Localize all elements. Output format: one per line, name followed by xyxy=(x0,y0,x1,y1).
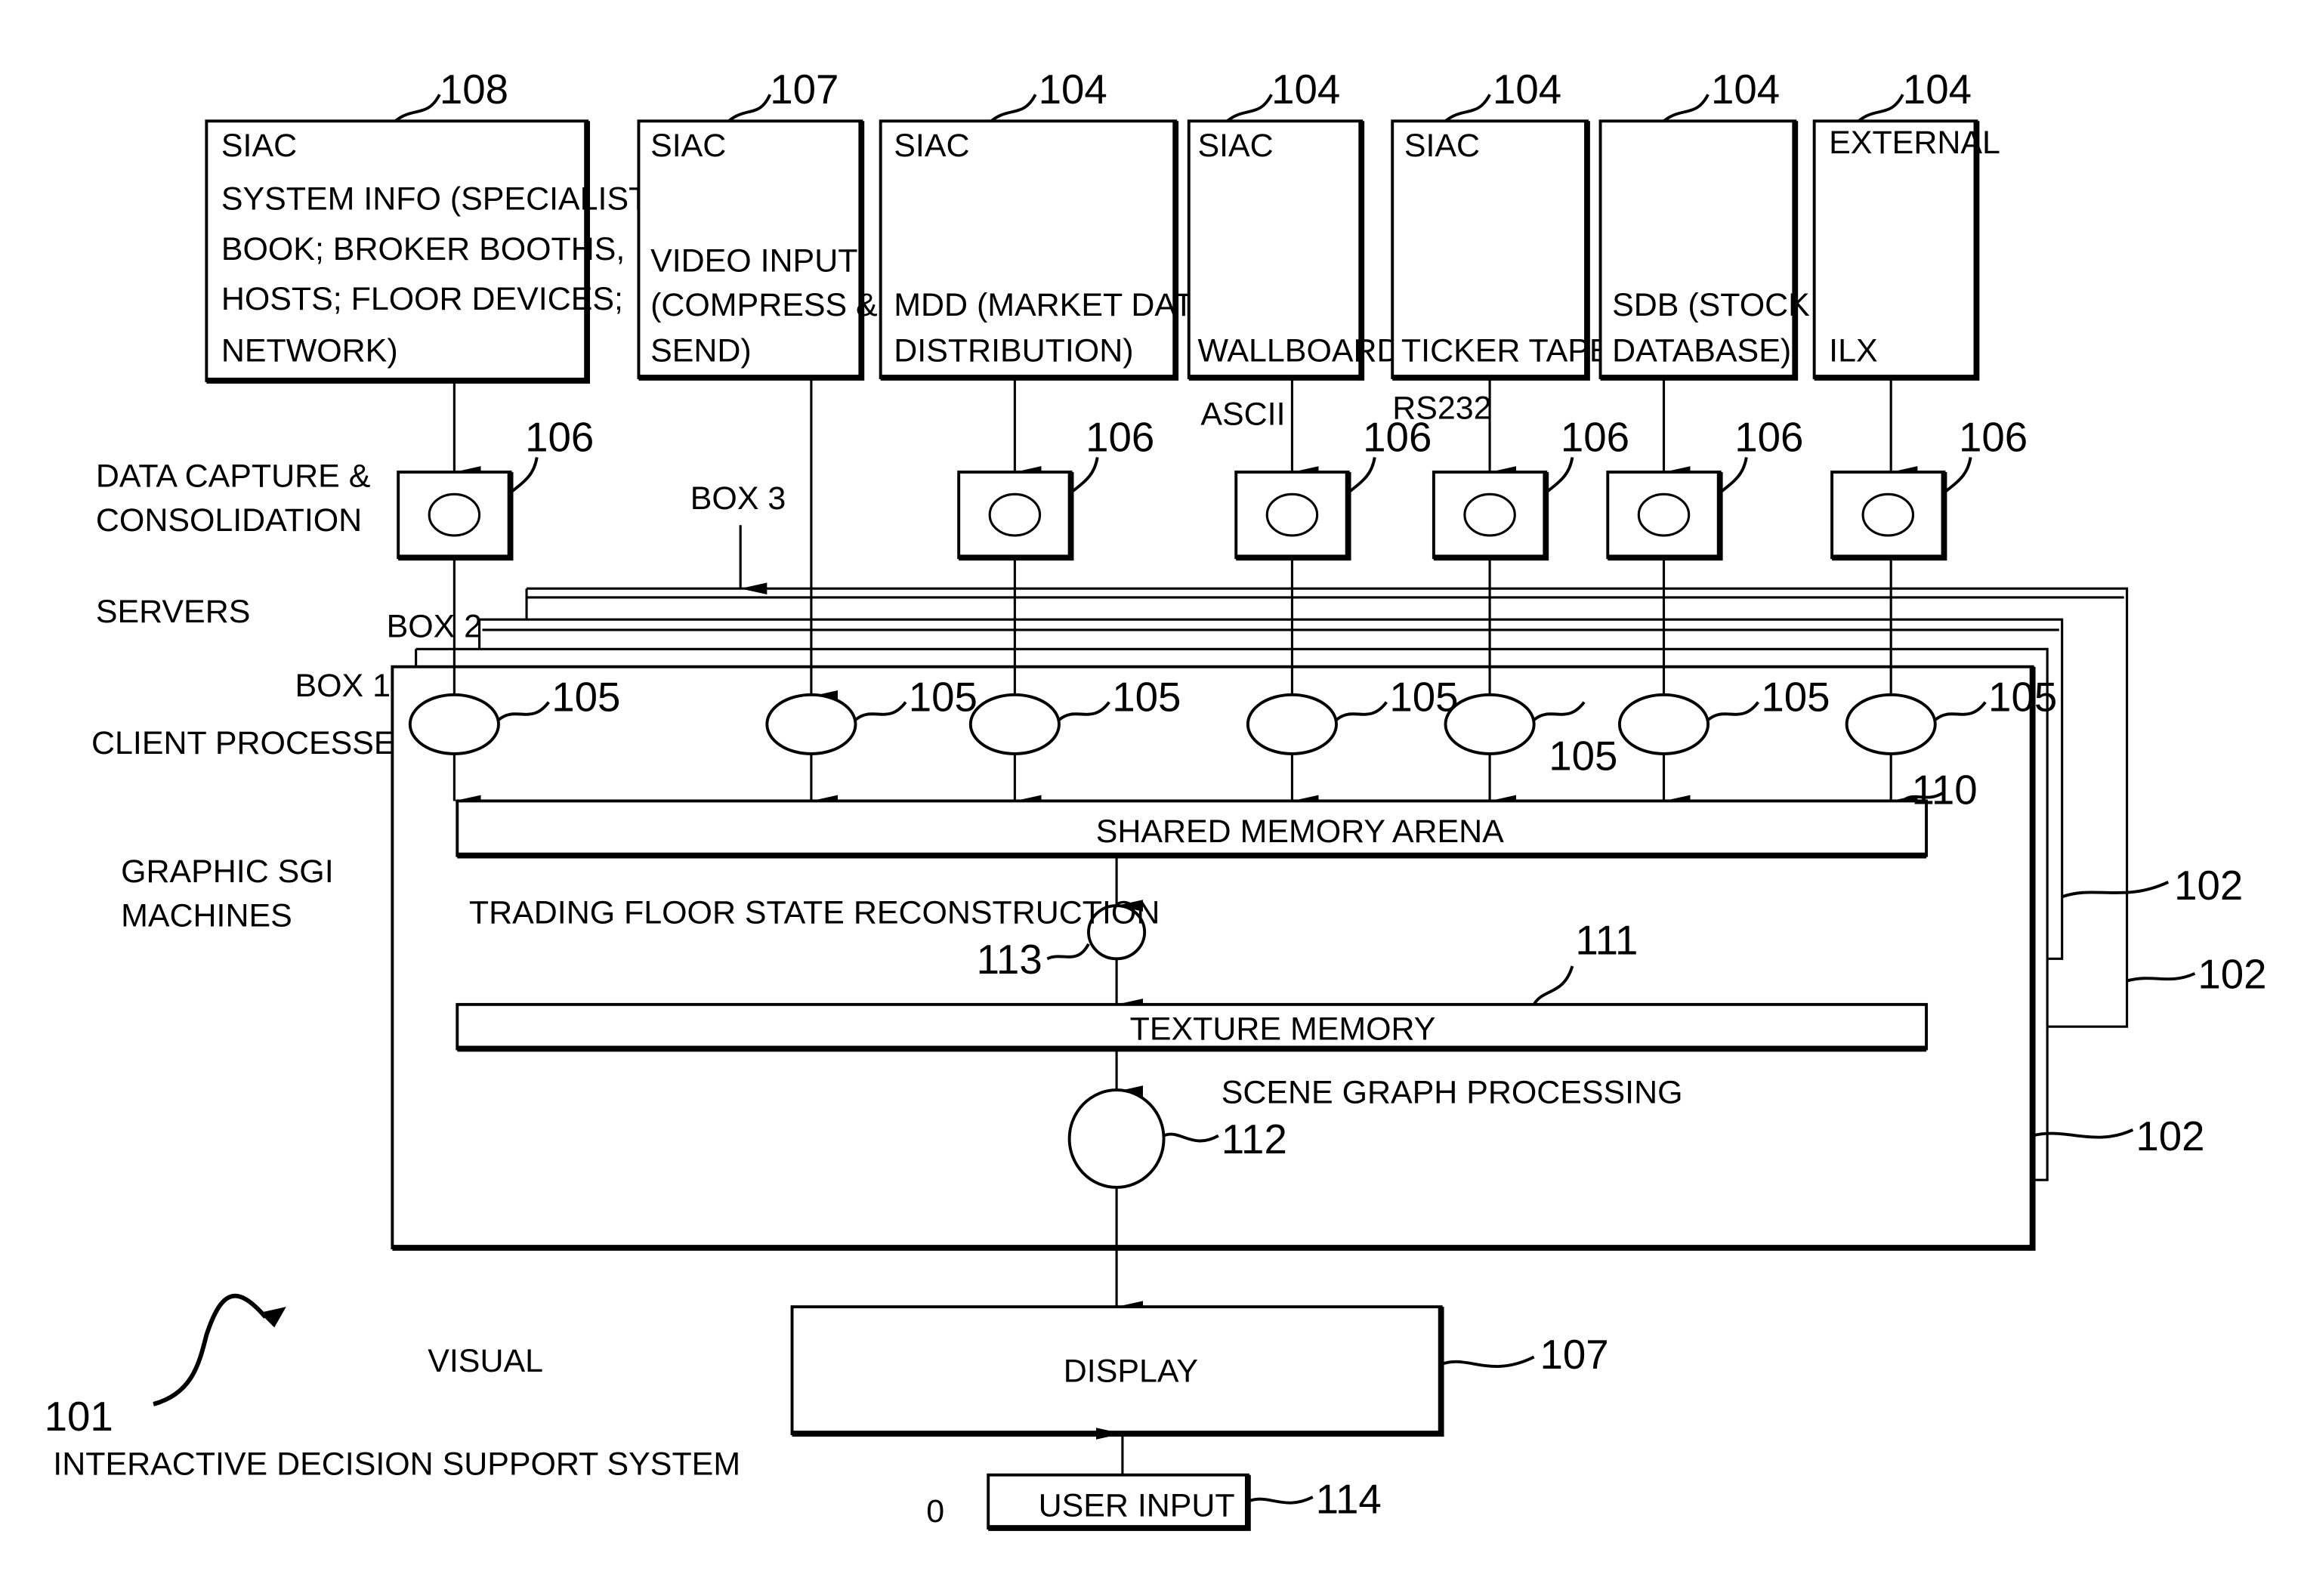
source-box-ticker-tape: SIAC TICKER TAPE 104 xyxy=(1391,66,1611,381)
figure-title: INTERACTIVE DECISION SUPPORT SYSTEM xyxy=(53,1446,740,1483)
ref-label-105: 105 xyxy=(1112,674,1181,720)
ref-label-106: 106 xyxy=(525,415,594,461)
svg-text:SIAC: SIAC xyxy=(1197,128,1273,164)
svg-text:102: 102 xyxy=(2136,1113,2204,1159)
svg-text:102: 102 xyxy=(2198,951,2266,997)
svg-text:104: 104 xyxy=(1039,66,1107,113)
svg-text:104: 104 xyxy=(1493,66,1561,113)
capture-box: 106 xyxy=(1432,415,1629,561)
capture-box: 106 xyxy=(1234,415,1432,561)
ref-label-106: 106 xyxy=(1734,415,1803,461)
ref-label-106: 106 xyxy=(1363,415,1432,461)
row-label-graphic-machines: GRAPHIC SGI xyxy=(121,854,334,890)
svg-text:TICKER TAPE: TICKER TAPE xyxy=(1401,333,1611,369)
svg-text:SIAC: SIAC xyxy=(1404,128,1480,164)
system-arrow-icon xyxy=(153,1293,267,1406)
ref-label-113: 113 xyxy=(977,937,1042,983)
ref-label-106: 106 xyxy=(1086,415,1154,461)
svg-text:MACHINES: MACHINES xyxy=(121,897,292,934)
svg-text:SCENE GRAPH PROCESSING: SCENE GRAPH PROCESSING xyxy=(1222,1075,1683,1111)
source-box-wallboard: SIAC WALLBOARD 104 xyxy=(1187,66,1401,381)
ref-label-106: 106 xyxy=(1959,415,2028,461)
svg-text:BOOK; BROKER BOOTHS,: BOOK; BROKER BOOTHS, xyxy=(221,231,625,267)
svg-text:107: 107 xyxy=(770,66,839,113)
svg-text:WALLBOARD: WALLBOARD xyxy=(1197,333,1400,369)
ref-label-105: 105 xyxy=(1549,733,1617,779)
box1-label: BOX 1 xyxy=(295,668,391,704)
ref-label-110: 110 xyxy=(1912,767,1978,813)
source-box-system-info: SIAC SYSTEM INFO (SPECIALIST BOOK; BROKE… xyxy=(205,66,648,384)
capture-box: 106 xyxy=(1606,415,1803,561)
system-diagram: SIAC SYSTEM INFO (SPECIALIST BOOK; BROKE… xyxy=(45,66,2267,1531)
source-box-video-input: SIAC VIDEO INPUT (COMPRESS & SEND) 107 xyxy=(637,66,878,381)
row-label-servers: SERVERS xyxy=(96,594,250,630)
capture-box: 106 xyxy=(1830,415,2028,561)
svg-text:USER INPUT: USER INPUT xyxy=(1039,1487,1235,1523)
svg-text:TRADING FLOOR STATE RECONSTRUC: TRADING FLOOR STATE RECONSTRUCTION xyxy=(469,894,1160,931)
ref-label-102: 102 xyxy=(2174,863,2243,909)
ref-label-105: 105 xyxy=(1761,674,1830,720)
svg-text:SEND): SEND) xyxy=(650,333,752,369)
svg-text:DATABASE): DATABASE) xyxy=(1612,333,1791,369)
svg-text:104: 104 xyxy=(1711,66,1780,113)
capture-box: 106 xyxy=(397,415,594,561)
svg-text:HOSTS; FLOOR DEVICES;: HOSTS; FLOOR DEVICES; xyxy=(221,281,623,317)
box2-label: BOX 2 xyxy=(387,609,482,645)
ref-label-105: 105 xyxy=(551,674,620,720)
svg-text:SDB (STOCK: SDB (STOCK xyxy=(1612,287,1810,323)
row-label-data-capture: DATA CAPTURE & xyxy=(96,458,370,495)
svg-text:NETWORK): NETWORK) xyxy=(221,333,398,369)
svg-text:DISTRIBUTION): DISTRIBUTION) xyxy=(894,333,1133,369)
row-label-client-processes: CLIENT PROCESSES xyxy=(91,725,417,761)
ref-label-114: 114 xyxy=(1316,1476,1382,1522)
svg-text:ILX: ILX xyxy=(1829,333,1877,369)
ref-label-107-display: 107 xyxy=(1540,1332,1608,1378)
figure-ref-label: 101 xyxy=(45,1394,113,1440)
ref-label-106: 106 xyxy=(1561,415,1629,461)
ascii-link-label: ASCII xyxy=(1200,397,1285,433)
visual-label: VISUAL xyxy=(428,1343,543,1379)
source-top-label: SIAC xyxy=(221,128,297,164)
svg-text:104: 104 xyxy=(1903,66,1972,113)
source-box-mdd: SIAC MDD (MARKET DATA DISTRIBUTION) 104 xyxy=(879,66,1213,381)
box3-label: BOX 3 xyxy=(690,480,786,517)
ref-label: 108 xyxy=(440,66,508,113)
small-mark: 0 xyxy=(926,1493,944,1530)
server-box-front xyxy=(391,665,2036,1251)
svg-text:MDD (MARKET DATA: MDD (MARKET DATA xyxy=(894,287,1213,323)
svg-text:SHARED MEMORY ARENA: SHARED MEMORY ARENA xyxy=(1096,813,1504,850)
svg-text:(COMPRESS &: (COMPRESS & xyxy=(650,287,878,323)
svg-text:SYSTEM INFO (SPECIALIST: SYSTEM INFO (SPECIALIST xyxy=(221,181,648,217)
svg-text:EXTERNAL: EXTERNAL xyxy=(1829,125,2000,161)
ref-label-105: 105 xyxy=(909,674,978,720)
svg-text:VIDEO INPUT: VIDEO INPUT xyxy=(650,242,857,279)
svg-text:CONSOLIDATION: CONSOLIDATION xyxy=(96,502,362,539)
ref-label-111: 111 xyxy=(1575,917,1638,963)
user-input-box[interactable]: USER INPUT 114 xyxy=(987,1473,1382,1531)
ref-label-105: 105 xyxy=(1988,674,2057,720)
svg-text:DISPLAY: DISPLAY xyxy=(1064,1354,1198,1390)
ref-label-112: 112 xyxy=(1222,1116,1287,1162)
source-box-external-ilx: EXTERNAL ILX 104 xyxy=(1812,66,2000,381)
svg-text:TEXTURE MEMORY: TEXTURE MEMORY xyxy=(1130,1011,1436,1048)
capture-box: 106 xyxy=(957,415,1154,561)
display-box: DISPLAY 107 xyxy=(790,1305,1609,1437)
svg-text:SIAC: SIAC xyxy=(894,128,969,164)
svg-text:104: 104 xyxy=(1271,66,1340,113)
source-box-sdb: SDB (STOCK DATABASE) 104 xyxy=(1598,66,1810,381)
svg-text:SIAC: SIAC xyxy=(650,128,726,164)
